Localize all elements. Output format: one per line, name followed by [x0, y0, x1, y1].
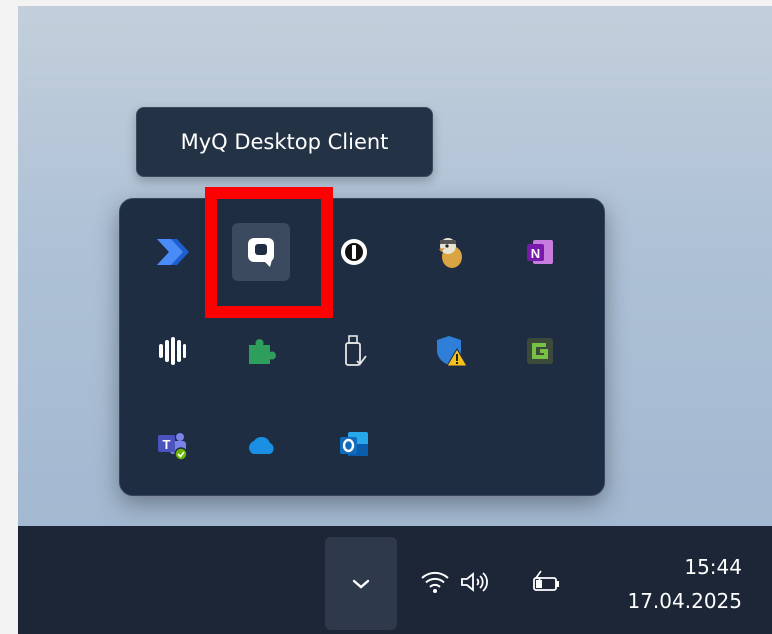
clock-date: 17.04.2025 — [627, 589, 742, 613]
chevron-down-icon — [352, 579, 370, 589]
svg-text:N: N — [531, 246, 540, 261]
usb-drive-icon[interactable] — [325, 322, 383, 380]
teams-icon[interactable]: T — [143, 416, 201, 474]
onedrive-icon[interactable] — [232, 416, 290, 474]
greenshot-icon[interactable] — [511, 322, 569, 380]
pidgin-icon[interactable] — [422, 223, 480, 281]
wifi-icon[interactable] — [418, 565, 452, 599]
speaker-icon[interactable] — [458, 565, 492, 599]
puzzle-icon[interactable] — [232, 322, 290, 380]
audio-bars-icon[interactable] — [143, 322, 201, 380]
onenote-icon[interactable]: N — [511, 223, 569, 281]
outlook-icon[interactable] — [325, 416, 383, 474]
svg-text:T: T — [163, 437, 171, 452]
tray-tooltip: MyQ Desktop Client — [136, 107, 433, 177]
clock-time: 15:44 — [684, 555, 742, 579]
show-hidden-icons-button[interactable] — [325, 537, 397, 630]
windows-security-warning-icon[interactable] — [422, 322, 480, 380]
battery-charging-icon[interactable] — [530, 565, 564, 599]
power-automate-icon[interactable] — [143, 223, 201, 281]
red-highlight-box — [205, 187, 333, 318]
1password-icon[interactable] — [325, 223, 383, 281]
taskbar-clock[interactable]: 15:44 17.04.2025 — [592, 550, 742, 618]
